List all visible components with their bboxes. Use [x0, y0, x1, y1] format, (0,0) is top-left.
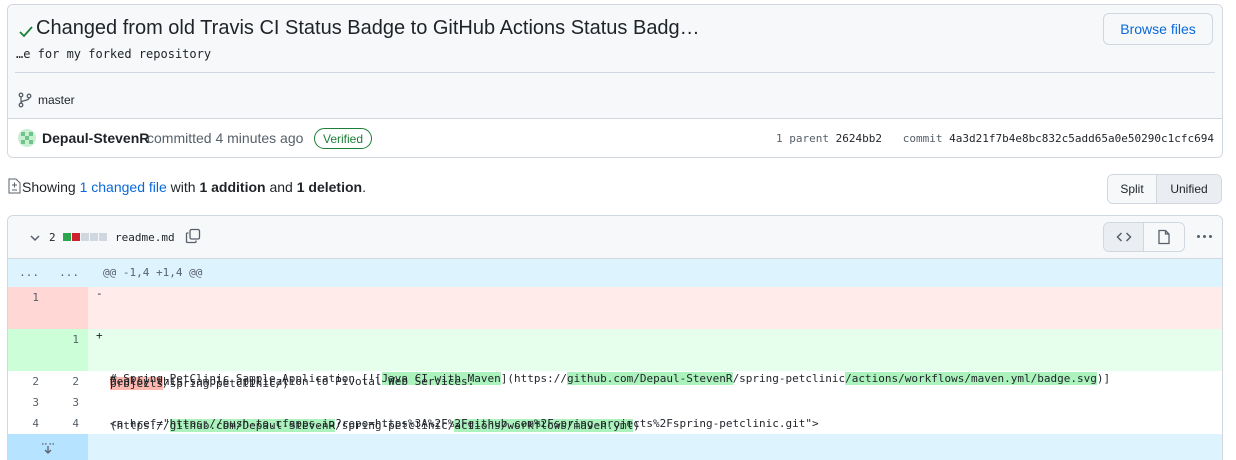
- commit-header: Changed from old Travis CI Status Badge …: [7, 4, 1223, 158]
- commit-sha: commit 4a3d21f7b4e8bc832c5add65a0e50290c…: [903, 132, 1214, 145]
- changes-count: 2: [49, 231, 56, 244]
- hunk-row: ... ... @@ -1,4 +1,4 @@: [8, 259, 1222, 287]
- new-line-number[interactable]: 1: [48, 329, 88, 371]
- commit-label: commit: [902, 132, 943, 145]
- summary-suffix: .: [362, 179, 366, 195]
- file-icon: [1158, 229, 1170, 245]
- file-view-buttons: [1103, 222, 1185, 252]
- commit-meta: Depaul-StevenR committed 4 minutes ago V…: [8, 118, 1222, 157]
- changed-files-link[interactable]: 1 changed file: [80, 179, 167, 195]
- added-line-row: 1 + # Spring PetClinic Sample Applicatio…: [8, 329, 1222, 432]
- unified-view-button[interactable]: Unified: [1157, 175, 1221, 203]
- new-line-number[interactable]: 4: [48, 413, 88, 434]
- new-line-number: [48, 287, 88, 329]
- old-line-number[interactable]: 1: [8, 287, 48, 329]
- parent-sha-link[interactable]: 2624bb2: [836, 132, 882, 145]
- summary-prefix: Showing: [22, 179, 76, 195]
- summary-with: with: [170, 179, 196, 195]
- check-icon: [19, 26, 33, 38]
- commit-time: committed 4 minutes ago: [147, 130, 304, 146]
- divider: [15, 72, 1215, 73]
- expand-row: [8, 434, 1222, 460]
- code-view-button[interactable]: [1104, 223, 1144, 251]
- deletions-count: 1 deletion: [296, 179, 363, 195]
- parent-info: 1 parent 2624bb2: [776, 132, 882, 145]
- context-line-text: <a href="https://push-to.cfapps.io?repo=…: [110, 417, 819, 430]
- rich-view-button[interactable]: [1144, 223, 1184, 251]
- diffstat-block-neutral: [81, 233, 89, 241]
- summary-and: and: [269, 179, 293, 195]
- deleted-line-code: - # Spring PetClinic Sample Application …: [88, 287, 1222, 390]
- split-view-button[interactable]: Split: [1108, 175, 1157, 203]
- commit-description: …e for my forked repository: [16, 47, 212, 61]
- diff-summary: Showing 1 changed file with 1 addition a…: [22, 179, 366, 195]
- deleted-line-row: 1 - # Spring PetClinic Sample Applicatio…: [8, 287, 1222, 390]
- file-name-link[interactable]: readme.md: [115, 231, 175, 244]
- expand-up-left[interactable]: ...: [8, 259, 48, 287]
- avatar[interactable]: [18, 129, 36, 147]
- context-row: 3 3: [8, 392, 1222, 413]
- added-line-code: + # Spring PetClinic Sample Application …: [88, 329, 1222, 432]
- expand-up-right[interactable]: ...: [48, 259, 88, 287]
- diffstat-block-del: [72, 233, 80, 241]
- file-diff-icon: [8, 178, 21, 194]
- deletion-marker: -: [96, 287, 103, 300]
- context-line-code: Deploy this sample application to Pivota…: [88, 371, 1222, 392]
- file-header: 2 readme.md: [8, 216, 1222, 259]
- diff-view-toggle: Split Unified: [1107, 174, 1222, 204]
- verified-badge[interactable]: Verified: [314, 128, 373, 149]
- expand-down-button[interactable]: [8, 434, 88, 460]
- old-line-number[interactable]: 2: [8, 371, 48, 392]
- browse-files-button[interactable]: Browse files: [1103, 13, 1213, 45]
- hunk-header: @@ -1,4 +1,4 @@: [103, 266, 203, 279]
- file-diff: 2 readme.md ... ... @@ -1,4 +1,4 @@ 1 - …: [7, 215, 1223, 460]
- old-line-number[interactable]: 4: [8, 413, 48, 434]
- unfold-down-icon: [42, 443, 54, 454]
- chevron-down-icon[interactable]: [28, 231, 42, 245]
- new-line-number[interactable]: 2: [48, 371, 88, 392]
- context-row: 4 4 <a href="https://push-to.cfapps.io?r…: [8, 413, 1222, 434]
- diff-table: ... ... @@ -1,4 +1,4 @@ 1 - # Spring Pet…: [8, 259, 1222, 460]
- diffstat: [63, 233, 107, 241]
- context-line-code: [88, 392, 1222, 413]
- commit-summary-area: Changed from old Travis CI Status Badge …: [8, 5, 1222, 118]
- old-line-number: [8, 329, 48, 371]
- commit-title: Changed from old Travis CI Status Badge …: [36, 17, 700, 39]
- parent-label: 1 parent: [776, 132, 829, 145]
- more-options-icon[interactable]: [1194, 228, 1214, 244]
- git-branch-icon: [18, 92, 32, 108]
- diffstat-block-neutral: [90, 233, 98, 241]
- copy-icon[interactable]: [185, 228, 201, 244]
- author-link[interactable]: Depaul-StevenR: [42, 130, 149, 146]
- branch-link[interactable]: master: [38, 93, 75, 107]
- context-row: 2 2 Deploy this sample application to Pi…: [8, 371, 1222, 392]
- old-line-number[interactable]: 3: [8, 392, 48, 413]
- context-line-code: <a href="https://push-to.cfapps.io?repo=…: [88, 413, 1222, 434]
- code-icon: [1115, 232, 1132, 242]
- addition-marker: +: [96, 329, 103, 342]
- context-line-text: Deploy this sample application to Pivota…: [110, 375, 475, 388]
- new-line-number[interactable]: 3: [48, 392, 88, 413]
- diffstat-block-neutral: [99, 233, 107, 241]
- diffstat-block-add: [63, 233, 71, 241]
- additions-count: 1 addition: [199, 179, 266, 195]
- commit-sha-value: 4a3d21f7b4e8bc832c5add65a0e50290c1cfc694: [949, 132, 1214, 145]
